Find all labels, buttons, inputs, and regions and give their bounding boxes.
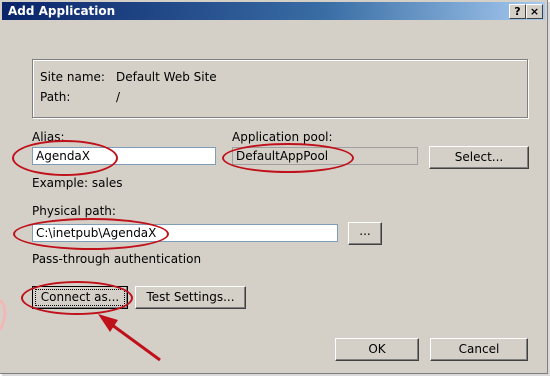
arrow-head <box>98 314 118 332</box>
arrow-shaft <box>107 320 161 362</box>
watermark-mark <box>0 298 7 331</box>
annotation-arrow <box>0 298 161 362</box>
